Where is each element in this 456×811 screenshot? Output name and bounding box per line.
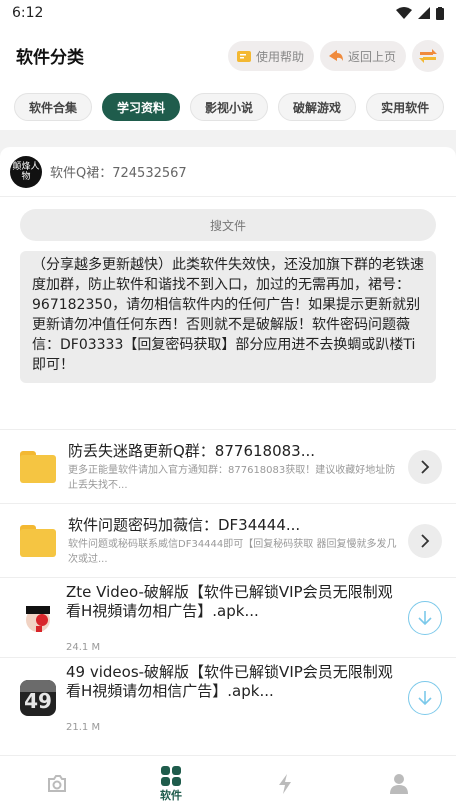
chevron-right-icon xyxy=(421,459,430,474)
back-arrow-icon xyxy=(328,50,343,61)
switch-button[interactable] xyxy=(412,40,444,72)
category-tabs: 软件合集 学习资料 影视小说 破解游戏 实用软件 xyxy=(0,84,456,130)
help-label: 使用帮助 xyxy=(255,49,304,64)
nav-profile[interactable] xyxy=(342,756,456,811)
file-item-text: 49 videos-破解版【软件已解锁VIP会员无限制观看H視頻请勿相信广告】.… xyxy=(66,663,408,733)
list-item-subtitle: 软件问题或秘码联系威信DF34444即可【回复秘码获取 器回复慢就多发几次或过.… xyxy=(68,538,397,565)
avatar-text: 颠烽人物 xyxy=(12,161,40,182)
nav-home[interactable] xyxy=(0,756,114,811)
notice-text: （分享越多更新越快）此类软件失效快，还没加旗下群的老铁速度加群，防止软件和谐找不… xyxy=(20,251,436,383)
qq-group-text: 软件Q裙：724532567 xyxy=(50,166,187,181)
status-bar: 6:12 xyxy=(0,0,456,26)
tab-movies-novels[interactable]: 影视小说 xyxy=(190,93,269,121)
file-title: Zte Video-破解版【软件已解锁VIP会员无限制观看H視頻请勿相广告】.a… xyxy=(66,582,393,620)
tab-study-materials[interactable]: 学习资料 xyxy=(102,93,181,121)
nav-flash[interactable] xyxy=(228,756,342,811)
tab-utility-software[interactable]: 实用软件 xyxy=(366,93,445,121)
book-icon xyxy=(236,50,251,62)
file-title: 49 videos-破解版【软件已解锁VIP会员无限制观看H視頻请勿相信广告】.… xyxy=(66,662,393,700)
qq-group-row[interactable]: 颠烽人物 软件Q裙：724532567 xyxy=(0,147,456,197)
list-item-text: 软件问题密码加薇信：DF34444... 软件问题或秘码联系威信DF34444即… xyxy=(68,515,408,567)
back-label: 返回上页 xyxy=(347,49,396,64)
file-item[interactable]: 49 49 videos-破解版【软件已解锁VIP会员无限制观看H視頻请勿相信广… xyxy=(0,657,456,737)
nav-software-label: 软件 xyxy=(160,788,182,802)
status-icons xyxy=(396,6,444,20)
list-item[interactable]: 防丢失迷路更新Q群：877618083... 更多正能量软件请加入官方通知群：8… xyxy=(0,429,456,503)
header-actions: 使用帮助 返回上页 xyxy=(227,40,444,72)
svg-text:49: 49 xyxy=(24,689,52,713)
swap-arrows-icon xyxy=(419,49,437,63)
bottom-nav: 软件 xyxy=(0,755,456,811)
list-item-text: 防丢失迷路更新Q群：877618083... 更多正能量软件请加入官方通知群：8… xyxy=(68,441,408,493)
back-button[interactable]: 返回上页 xyxy=(319,41,406,71)
search-placeholder: 搜文件 xyxy=(209,218,246,233)
person-icon xyxy=(390,773,408,794)
wifi-icon xyxy=(396,7,412,19)
help-button[interactable]: 使用帮助 xyxy=(227,41,314,71)
list-item[interactable]: 软件问题密码加薇信：DF34444... 软件问题或秘码联系威信DF34444即… xyxy=(0,503,456,577)
open-folder-button[interactable] xyxy=(408,523,442,558)
file-item-text: Zte Video-破解版【软件已解锁VIP会员无限制观看H視頻请勿相广告】.a… xyxy=(66,583,408,653)
download-icon xyxy=(418,610,432,625)
file-list: 防丢失迷路更新Q群：877618083... 更多正能量软件请加入官方通知群：8… xyxy=(0,429,456,737)
file-size: 24.1 M xyxy=(66,641,101,653)
search-input[interactable]: 搜文件 xyxy=(20,209,436,241)
download-button[interactable] xyxy=(408,600,442,635)
list-item-subtitle: 更多正能量软件请加入官方通知群：877618083获取！建议收藏好地址防止丢失找… xyxy=(68,464,396,491)
lightning-icon xyxy=(279,773,291,794)
nav-software[interactable]: 软件 xyxy=(114,756,228,811)
grid-icon xyxy=(161,765,181,786)
tab-cracked-games[interactable]: 破解游戏 xyxy=(278,93,357,121)
search-wrap: 搜文件 xyxy=(0,197,456,251)
49-videos-app-icon: 49 xyxy=(20,679,56,716)
list-item-title: 软件问题密码加薇信：DF34444... xyxy=(68,515,301,534)
page-title: 软件分类 xyxy=(16,47,84,68)
avatar: 颠烽人物 xyxy=(10,155,42,188)
open-folder-button[interactable] xyxy=(408,449,442,484)
folder-icon xyxy=(20,524,56,557)
status-time: 6:12 xyxy=(12,5,44,21)
camera-icon xyxy=(48,774,66,792)
app-header: 软件分类 使用帮助 返回上页 xyxy=(0,26,456,84)
signal-icon xyxy=(418,7,430,19)
download-icon xyxy=(418,690,432,705)
battery-icon xyxy=(436,6,444,20)
tab-software-collection[interactable]: 软件合集 xyxy=(14,93,93,121)
content-card: 颠烽人物 软件Q裙：724532567 搜文件 （分享越多更新越快）此类软件失效… xyxy=(0,147,456,755)
chevron-right-icon xyxy=(421,533,430,548)
download-button[interactable] xyxy=(408,680,442,715)
zte-video-app-icon xyxy=(20,599,56,636)
file-size: 21.1 M xyxy=(66,721,101,733)
file-item[interactable]: Zte Video-破解版【软件已解锁VIP会员无限制观看H視頻请勿相广告】.a… xyxy=(0,577,456,657)
folder-icon xyxy=(20,450,56,483)
list-item-title: 防丢失迷路更新Q群：877618083... xyxy=(68,441,316,460)
